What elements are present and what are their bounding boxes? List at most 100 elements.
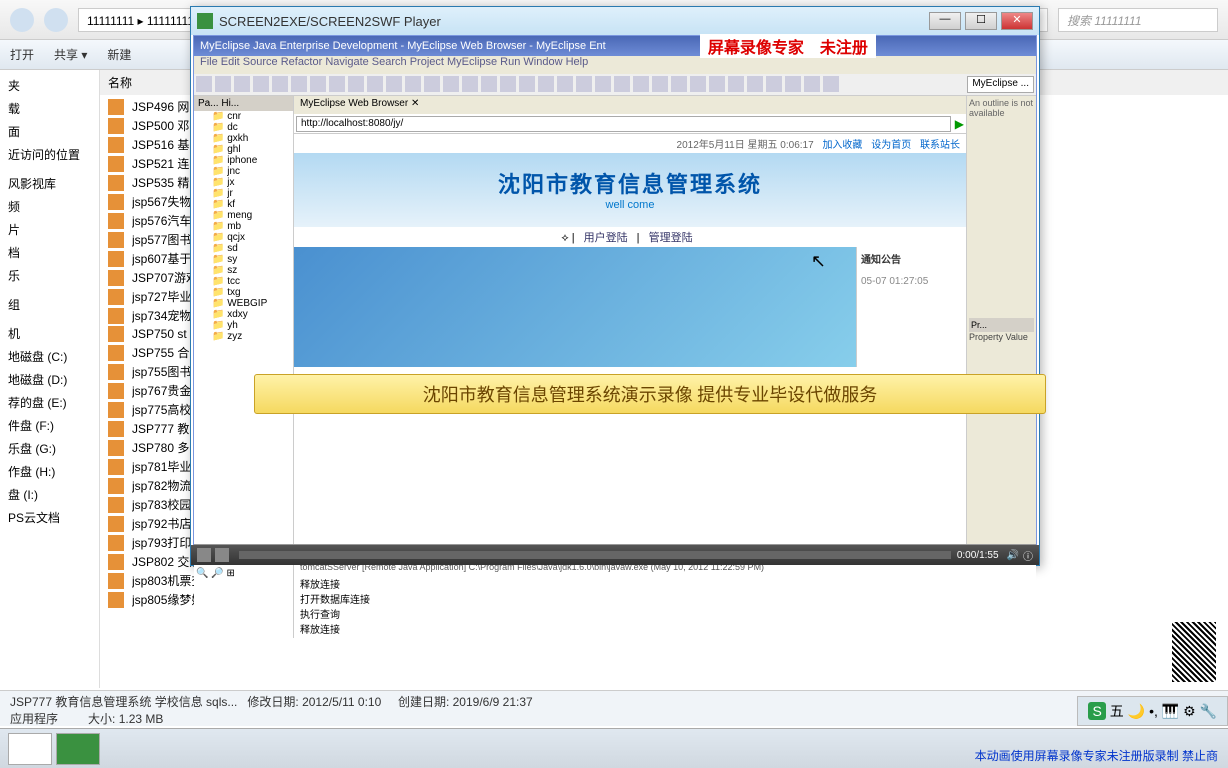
taskbar-player[interactable] xyxy=(56,733,100,765)
tree-item[interactable]: 📁 meng xyxy=(194,210,293,221)
tree-item[interactable]: 📁 sz xyxy=(194,265,293,276)
tree-item[interactable]: 📁 zyz xyxy=(194,331,293,342)
sidebar-item[interactable]: 风影视库 xyxy=(4,172,95,195)
sidebar-item[interactable]: 乐 xyxy=(4,264,95,287)
toolbar-icon[interactable] xyxy=(519,76,535,92)
toolbar-icon[interactable] xyxy=(348,76,364,92)
toolbar-icon[interactable] xyxy=(652,76,668,92)
open-button[interactable]: 打开 xyxy=(10,46,34,63)
tree-item[interactable]: 📁 yh xyxy=(194,320,293,331)
toolbar-icon[interactable] xyxy=(633,76,649,92)
tree-item[interactable]: 📁 kf xyxy=(194,199,293,210)
tree-item[interactable]: 📁 cnr xyxy=(194,111,293,122)
toolbar-icon[interactable] xyxy=(272,76,288,92)
play-button[interactable] xyxy=(197,548,211,562)
eclipse-menu[interactable]: File Edit Source Refactor Navigate Searc… xyxy=(194,56,1036,74)
sidebar-item[interactable]: 地磁盘 (D:) xyxy=(4,368,95,391)
toolbar-icon[interactable] xyxy=(386,76,402,92)
progress-bar[interactable] xyxy=(239,551,951,559)
sidebar-item[interactable]: PS云文档 xyxy=(4,506,95,529)
contact-link[interactable]: 联系站长 xyxy=(920,140,960,151)
sidebar-item[interactable]: 作盘 (H:) xyxy=(4,460,95,483)
share-button[interactable]: 共享 ▾ xyxy=(54,46,87,63)
url-input[interactable] xyxy=(296,116,951,132)
tree-item[interactable]: 📁 ghl xyxy=(194,144,293,155)
tree-item[interactable]: 📁 xdxy xyxy=(194,309,293,320)
explorer-sidebar[interactable]: 夹载面近访问的位置风影视库频片档乐组机地磁盘 (C:)地磁盘 (D:)荐的盘 (… xyxy=(0,70,100,688)
toolbar-icon[interactable] xyxy=(215,76,231,92)
player-controls[interactable]: 0:00/1:55 🔊 ⓘ xyxy=(191,545,1039,565)
toolbar-icon[interactable] xyxy=(234,76,250,92)
toolbar-icon[interactable] xyxy=(804,76,820,92)
search-input[interactable]: 搜索 11111111 xyxy=(1058,8,1218,32)
tree-item[interactable]: 📁 gxkh xyxy=(194,133,293,144)
home-link[interactable]: 设为首页 xyxy=(871,140,911,151)
sidebar-item[interactable]: 面 xyxy=(4,120,95,143)
tree-item[interactable]: 📁 qcjx xyxy=(194,232,293,243)
toolbar-icon[interactable] xyxy=(557,76,573,92)
ime-icon[interactable]: S xyxy=(1088,702,1105,720)
tree-item[interactable]: 📁 jnc xyxy=(194,166,293,177)
toolbar-icon[interactable] xyxy=(367,76,383,92)
sidebar-item[interactable]: 片 xyxy=(4,218,95,241)
toolbar-icon[interactable] xyxy=(481,76,497,92)
tree-item[interactable]: 📁 mb xyxy=(194,221,293,232)
sidebar-item[interactable]: 荐的盘 (E:) xyxy=(4,391,95,414)
sidebar-item[interactable]: 机 xyxy=(4,322,95,345)
tree-item[interactable]: 📁 jr xyxy=(194,188,293,199)
user-login-link[interactable]: 用户登陆 xyxy=(584,232,628,244)
toolbar-icon[interactable] xyxy=(823,76,839,92)
package-explorer[interactable]: Pa... Hi... 📁 cnr📁 dc📁 gxkh📁 ghl📁 iphone… xyxy=(194,96,294,544)
sidebar-item[interactable]: 件盘 (F:) xyxy=(4,414,95,437)
toolbar-icon[interactable] xyxy=(405,76,421,92)
browser-tab[interactable]: MyEclipse Web Browser ✕ xyxy=(294,96,966,114)
minimize-button[interactable]: — xyxy=(929,12,961,30)
toolbar-icon[interactable] xyxy=(614,76,630,92)
ime-tray[interactable]: S 五 🌙 •, 🎹 ⚙ 🔧 xyxy=(1077,696,1228,726)
tree-item[interactable]: 📁 WEBGIP xyxy=(194,298,293,309)
toolbar-icon[interactable] xyxy=(500,76,516,92)
toolbar-icon[interactable] xyxy=(291,76,307,92)
forward-button[interactable] xyxy=(44,8,68,32)
toolbar-icon[interactable] xyxy=(310,76,326,92)
player-titlebar[interactable]: SCREEN2EXE/SCREEN2SWF Player — ☐ ✕ xyxy=(191,7,1039,35)
sidebar-item[interactable]: 夹 xyxy=(4,74,95,97)
toolbar-icon[interactable] xyxy=(728,76,744,92)
admin-login-link[interactable]: 管理登陆 xyxy=(649,232,693,244)
toolbar-icon[interactable] xyxy=(424,76,440,92)
tree-item[interactable]: 📁 iphone xyxy=(194,155,293,166)
toolbar-icon[interactable] xyxy=(462,76,478,92)
toolbar-icon[interactable] xyxy=(709,76,725,92)
new-button[interactable]: 新建 xyxy=(107,46,131,63)
toolbar-icon[interactable] xyxy=(196,76,212,92)
pause-button[interactable] xyxy=(215,548,229,562)
sidebar-item[interactable]: 盘 (I:) xyxy=(4,483,95,506)
toolbar-icon[interactable] xyxy=(690,76,706,92)
perspective-button[interactable]: MyEclipse ... xyxy=(967,76,1034,93)
toolbar-icon[interactable] xyxy=(329,76,345,92)
toolbar-icon[interactable] xyxy=(253,76,269,92)
maximize-button[interactable]: ☐ xyxy=(965,12,997,30)
tree-item[interactable]: 📁 dc xyxy=(194,122,293,133)
toolbar-icon[interactable] xyxy=(785,76,801,92)
sidebar-item[interactable]: 乐盘 (G:) xyxy=(4,437,95,460)
sidebar-item[interactable]: 频 xyxy=(4,195,95,218)
sidebar-item[interactable]: 档 xyxy=(4,241,95,264)
toolbar-icon[interactable] xyxy=(747,76,763,92)
fav-link[interactable]: 加入收藏 xyxy=(822,140,862,151)
sidebar-item[interactable]: 载 xyxy=(4,97,95,120)
sidebar-item[interactable]: 地磁盘 (C:) xyxy=(4,345,95,368)
tree-item[interactable]: 📁 sy xyxy=(194,254,293,265)
toolbar-icon[interactable] xyxy=(443,76,459,92)
tree-item[interactable]: 📁 tcc xyxy=(194,276,293,287)
tree-item[interactable]: 📁 sd xyxy=(194,243,293,254)
toolbar-icon[interactable] xyxy=(538,76,554,92)
sidebar-item[interactable]: 组 xyxy=(4,293,95,316)
toolbar-icon[interactable] xyxy=(766,76,782,92)
toolbar-icon[interactable] xyxy=(576,76,592,92)
taskbar-explorer[interactable] xyxy=(8,733,52,765)
sidebar-item[interactable]: 近访问的位置 xyxy=(4,143,95,166)
tree-item[interactable]: 📁 jx xyxy=(194,177,293,188)
tree-item[interactable]: 📁 txg xyxy=(194,287,293,298)
props-tab[interactable]: Pr... xyxy=(969,318,1034,332)
